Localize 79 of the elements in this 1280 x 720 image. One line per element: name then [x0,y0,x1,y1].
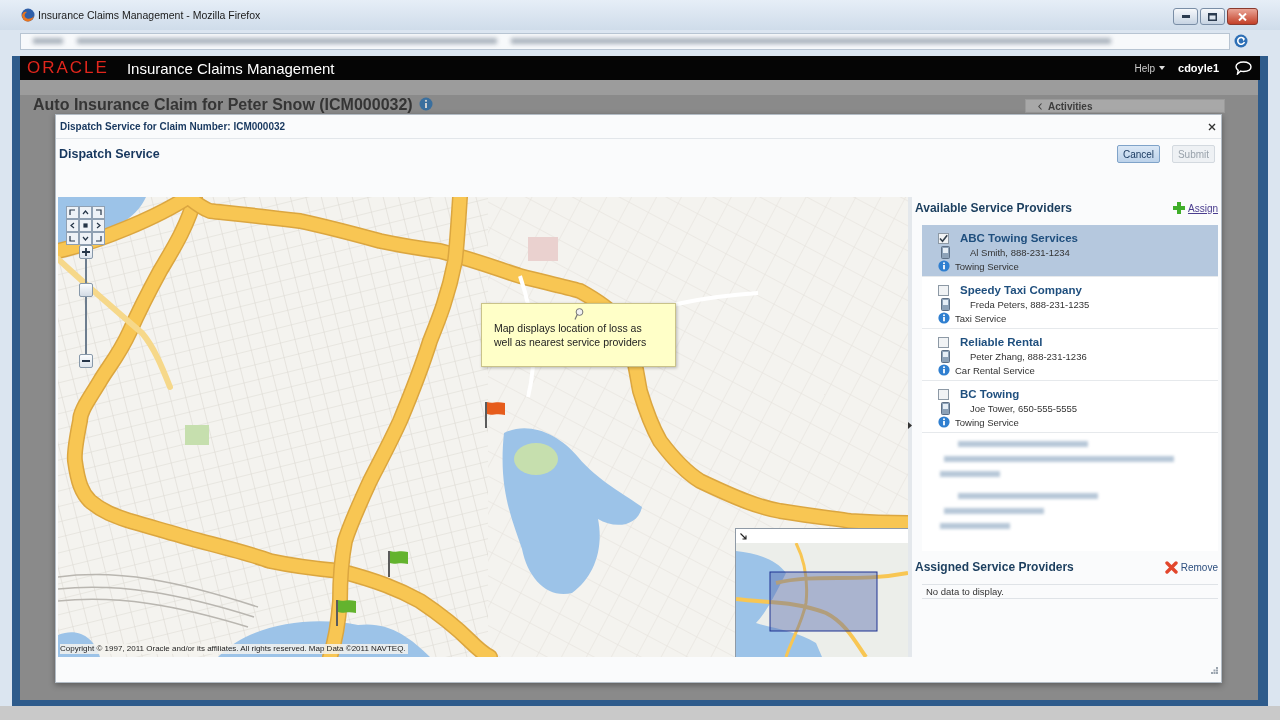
provider-name[interactable]: Reliable Rental [960,336,1043,348]
maximize-icon [1208,12,1217,21]
provider-contact: Peter Zhang, 888-231-1236 [970,350,1087,362]
park-area [514,443,558,475]
flag-icon[interactable] [387,550,409,577]
provider-name[interactable]: BC Towing [960,388,1020,400]
info-icon[interactable] [938,416,950,428]
provider-service-type: Towing Service [955,416,1019,428]
magnifier-icon [574,308,584,320]
checkbox[interactable] [938,232,949,244]
park-area [185,425,209,445]
provider-contact: Joe Tower, 650-555-5555 [970,402,1078,414]
checkbox[interactable] [938,388,949,400]
phone-icon [941,401,950,415]
provider-service-type: Taxi Service [955,312,1007,324]
info-icon[interactable] [418,97,433,111]
flag-icon[interactable] [335,599,357,626]
provider-list-item[interactable]: Reliable Rental Peter Zhang, 888-231-1236 Car Rental Service [922,329,1218,381]
section-title: Available Service Providers [915,201,1072,215]
assign-link[interactable]: Assign [1188,202,1218,214]
provider-list-item[interactable]: ABC Towing Services Al Smith, 888-231-1234 Towing Service [922,225,1218,277]
zoom-slider-thumb[interactable] [79,283,93,298]
provider-contact: Al Smith, 888-231-1234 [970,246,1070,258]
plus-icon[interactable] [1173,202,1185,214]
close-window-button[interactable] [1227,8,1258,25]
tooltip-text: Map displays location of loss as well as nearest service providers [494,322,648,349]
close-icon [1238,12,1247,21]
phone-icon [941,349,950,363]
provider-list-item[interactable]: BC Towing Joe Tower, 650-555-5555 Towing Service [922,381,1218,433]
zoom-slider[interactable] [79,259,93,354]
provider-list-item[interactable]: Speedy Taxi Company Freda Peters, 888-231-1235 Taxi Service [922,277,1218,329]
dialog-button[interactable]: Cancel [1117,145,1160,163]
close-icon[interactable] [1208,122,1216,131]
map-copyright: Copyright © 1997, 2011 Oracle and/or its affiliates. All rights reserved. Map Data ©2011 NAVTEQ. [60,644,408,654]
minimize-icon [1181,15,1190,18]
provider-service-type: Towing Service [955,260,1019,272]
provider-service-type: Car Rental Service [955,364,1035,376]
app-title: Insurance Claims Management [126,59,335,77]
provider-contact: Freda Peters, 888-231-1235 [970,298,1090,310]
provider-name[interactable]: Speedy Taxi Company [960,284,1082,296]
user-name[interactable]: cdoyle1 [1178,62,1219,74]
activities-panel-header[interactable]: Activities [1025,99,1225,113]
cross-icon[interactable] [1164,560,1178,574]
firefox-icon [21,8,35,22]
flag-icon[interactable] [484,401,506,428]
chevron-icon [1038,102,1042,110]
plus-icon [82,248,90,256]
maximize-button[interactable] [1200,8,1225,25]
remove-link[interactable]: Remove [1180,561,1218,573]
phone-icon [941,245,950,259]
empty-table-message: No data to display. [926,586,1004,597]
page-title: Auto Insurance Claim for Peter Snow (ICM000032) [33,96,413,113]
triangle-icon[interactable] [908,422,912,429]
window-title: Insurance Claims Management - Mozilla Firefox [38,9,262,21]
diagonal-arrow-icon[interactable] [740,532,747,540]
section-title: Assigned Service Providers [915,560,1074,574]
refresh-icon[interactable] [1234,34,1248,48]
resize-grip-icon[interactable] [1211,667,1218,674]
checkbox[interactable] [938,284,949,296]
dialog-title: Dispatch Service for Claim Number: ICM000032 [60,121,286,132]
checkbox[interactable] [938,336,949,348]
phone-icon [941,297,950,311]
minimize-button[interactable] [1173,8,1198,25]
help-menu[interactable]: Help [1134,62,1166,74]
campus-area [528,237,558,261]
dialog-heading: Dispatch Service [59,147,160,161]
info-icon[interactable] [938,260,950,272]
activities-label: Activities [1048,100,1093,112]
provider-name[interactable]: ABC Towing Services [960,232,1078,244]
zoom-out-button[interactable] [79,354,93,368]
address-field[interactable] [20,32,1230,50]
caret-icon [1159,66,1166,70]
pan-control[interactable] [66,206,105,245]
brand-logo: ORACLE [27,59,109,77]
minus-icon [82,360,90,362]
speech-bubble-icon[interactable] [1235,61,1252,75]
zoom-in-button[interactable] [79,245,93,259]
info-icon[interactable] [938,364,950,376]
info-icon[interactable] [938,312,950,324]
